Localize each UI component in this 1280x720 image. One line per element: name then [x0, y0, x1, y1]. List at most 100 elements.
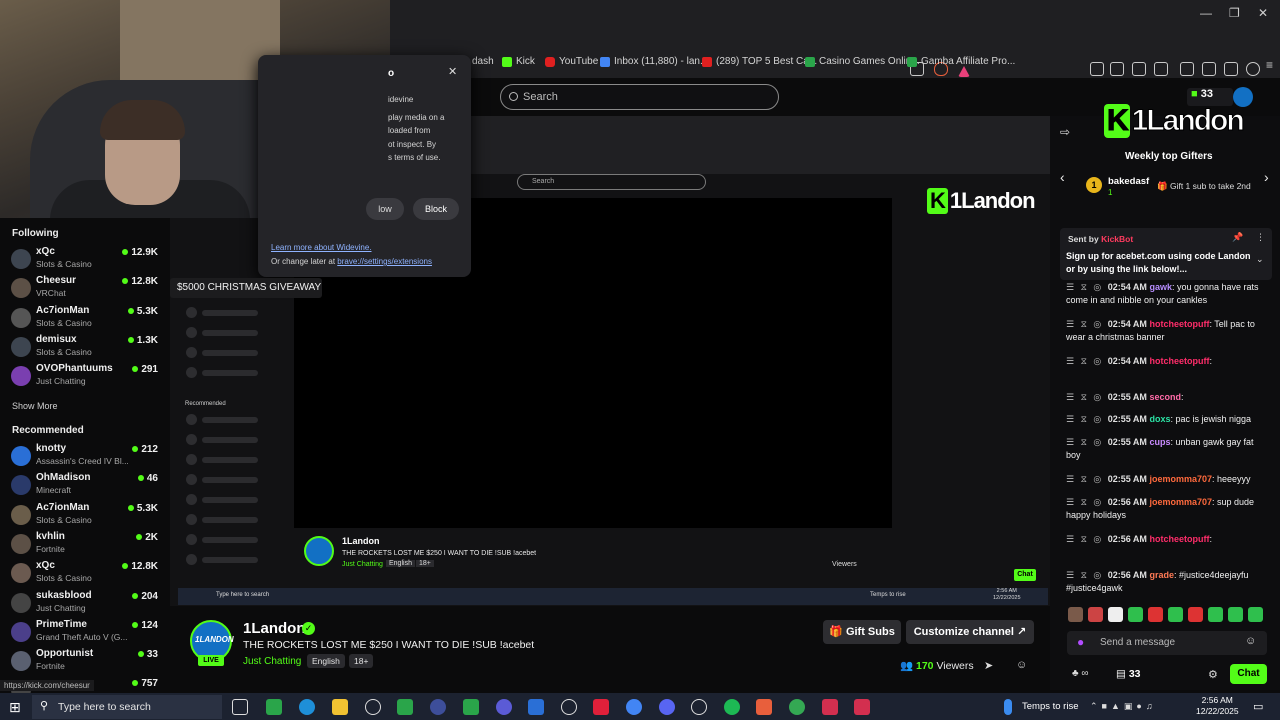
more-icon[interactable]: ⋮ — [1256, 232, 1265, 243]
block-button[interactable]: Block — [413, 198, 459, 220]
emote[interactable] — [1068, 607, 1083, 622]
mod-tools-icon: ☰ ⧖ ◎ — [1066, 437, 1108, 447]
chat-input[interactable]: ● Send a message ☺ — [1067, 631, 1267, 655]
learn-more-link[interactable]: Learn more about Widevine. — [271, 243, 372, 252]
emote[interactable] — [1168, 607, 1183, 622]
emote[interactable] — [1228, 607, 1243, 622]
customize-channel-button[interactable]: Customize channel ↗ — [906, 620, 1034, 644]
allow-button[interactable]: low — [366, 198, 404, 220]
bookmark-youtube[interactable]: YouTube — [545, 56, 598, 67]
settings-icon[interactable]: ⚙ — [1208, 668, 1218, 681]
emote[interactable] — [1208, 607, 1223, 622]
bookmark-dash[interactable]: dash — [472, 56, 494, 67]
emoji-icon[interactable]: ☺ — [1245, 635, 1256, 647]
prev-arrow-icon[interactable]: ‹ — [1060, 169, 1065, 185]
pin-icon[interactable]: 📌 — [1232, 232, 1243, 243]
gift-subs-button[interactable]: 🎁 Gift Subs — [823, 620, 901, 644]
sidebar-channel-item[interactable]: Ac7ionMan Slots & Casino 5.3K — [0, 304, 170, 333]
sidebar-channel-item[interactable]: OVOPhantuums Just Chatting 291 — [0, 362, 170, 391]
emote[interactable] — [1188, 607, 1203, 622]
tag-18plus[interactable]: 18+ — [349, 654, 374, 668]
sidebar-channel-item[interactable]: Cheesur VRChat 12.8K — [0, 274, 170, 303]
sidebar-channel-item[interactable]: xQc Slots & Casino 12.8K — [0, 559, 170, 588]
channel-name[interactable]: 1Landon — [243, 620, 306, 637]
xbox-icon[interactable] — [266, 699, 282, 715]
sidebar-channel-item[interactable]: kvhlin Fortnite 2K — [0, 530, 170, 559]
sidebar-channel-item[interactable]: knotty Assassin's Creed IV Bl... 212 — [0, 442, 170, 471]
edge-icon[interactable] — [299, 699, 315, 715]
app-icon[interactable] — [430, 699, 446, 715]
bookmark-inbox[interactable]: Inbox (11,880) - lan... — [600, 56, 708, 67]
points-icon[interactable]: ♣ ∞ — [1072, 668, 1088, 679]
discord-icon[interactable] — [659, 699, 675, 715]
chat-message: ☰ ⧖ ◎ 02:56 AM joemomma707: sup dude hap… — [1066, 497, 1255, 520]
popup-close-icon[interactable]: ✕ — [448, 65, 457, 78]
expand-icon[interactable]: ⌄ — [1256, 254, 1264, 265]
channel-logo: K 1Landon — [1104, 104, 1245, 138]
brave-icon[interactable] — [756, 699, 772, 715]
chrome-icon[interactable] — [626, 699, 642, 715]
app-icon[interactable] — [854, 699, 870, 715]
obs-icon[interactable] — [691, 699, 707, 715]
file-explorer-icon[interactable] — [332, 699, 348, 715]
channel-avatar — [11, 621, 31, 642]
sidebar-channel-item[interactable]: Ac7ionMan Slots & Casino 5.3K — [0, 501, 170, 530]
emote[interactable] — [1088, 607, 1103, 622]
chat-message: ☰ ⧖ ◎ 02:55 AM cups: unban gawk gay fat … — [1066, 437, 1254, 460]
minimize-button[interactable]: — — [1200, 6, 1212, 20]
share-icon[interactable]: ➤ — [984, 659, 993, 672]
user-avatar[interactable] — [1233, 87, 1253, 107]
task-view-icon[interactable] — [232, 699, 248, 715]
calculator-icon[interactable] — [528, 699, 544, 715]
bookmark-kick[interactable]: Kick — [502, 56, 535, 67]
weekly-gifters-title: Weekly top Gifters — [1125, 151, 1213, 162]
emote[interactable] — [1128, 607, 1143, 622]
emote[interactable] — [1148, 607, 1163, 622]
viewer-count: 204 — [132, 591, 158, 602]
app-icon[interactable] — [593, 699, 609, 715]
weather-widget[interactable]: Temps to rise — [1022, 701, 1079, 712]
channel-category: Slots & Casino — [36, 346, 92, 357]
settings-app-icon[interactable] — [365, 699, 381, 715]
chat-username: gawk — [1149, 282, 1172, 292]
sidebar-channel-item[interactable]: xQc Slots & Casino 12.9K — [0, 245, 170, 274]
notification-icon[interactable]: ▭ — [1253, 700, 1263, 713]
bookmark-gamba[interactable]: Gamba Affiliate Pro... — [907, 56, 1015, 67]
follow-icon[interactable]: ☺ — [1016, 659, 1027, 671]
windows-start-icon[interactable]: ⊞ — [9, 699, 21, 716]
app-icon[interactable] — [822, 699, 838, 715]
taskbar-clock[interactable]: 2:56 AM 12/22/2025 — [1196, 695, 1239, 717]
sidebar-channel-item[interactable]: Opportunist Fortnite 33 — [0, 647, 170, 676]
system-tray-icons[interactable]: ⌃■▲▣●♫ — [1090, 701, 1157, 712]
sidebar-channel-item[interactable]: OhMadison Minecraft 46 — [0, 471, 170, 500]
search-input[interactable]: Search — [500, 84, 779, 110]
bookmark-casino[interactable]: Casino Games Onlin... — [805, 56, 920, 67]
emote[interactable] — [1108, 607, 1123, 622]
nvidia-icon[interactable] — [463, 699, 479, 715]
sidebar-channel-item[interactable]: sukasblood Just Chatting 204 — [0, 589, 170, 618]
sidebar-channel-item[interactable]: demisux Slots & Casino 1.3K — [0, 333, 170, 362]
skeleton-avatar — [186, 347, 197, 358]
next-arrow-icon[interactable]: › — [1264, 169, 1269, 185]
settings-link[interactable]: brave://settings/extensions — [337, 257, 432, 266]
chrome-icon[interactable] — [789, 699, 805, 715]
gift-cta[interactable]: 🎁 Gift 1 sub to take 2nd — [1157, 181, 1251, 192]
bookmark-top5[interactable]: (289) TOP 5 Best Ca... — [702, 56, 817, 67]
app-icon[interactable] — [397, 699, 413, 715]
close-window-button[interactable]: ✕ — [1258, 6, 1268, 20]
send-chat-button[interactable]: Chat — [1230, 664, 1267, 684]
spotify-icon[interactable] — [724, 699, 740, 715]
gear-icon[interactable] — [561, 699, 577, 715]
channel-avatar — [11, 592, 31, 613]
emote[interactable] — [1248, 607, 1263, 622]
maximize-button[interactable]: ❐ — [1229, 6, 1240, 20]
show-more-link[interactable]: Show More — [12, 401, 58, 411]
taskbar-search[interactable]: ⚲ Type here to search — [32, 695, 222, 719]
stream-category-link[interactable]: Just Chatting — [243, 656, 301, 667]
tag-english[interactable]: English — [307, 654, 345, 668]
chat-message: ☰ ⧖ ◎ 02:56 AM grade: #justice4deejayfu … — [1066, 570, 1249, 593]
mic-icon[interactable]: ● — [1077, 635, 1084, 649]
collapse-chat-icon[interactable]: ⇨ — [1060, 125, 1070, 139]
sidebar-channel-item[interactable]: PrimeTime Grand Theft Auto V (G... 124 — [0, 618, 170, 647]
app-icon[interactable] — [496, 699, 512, 715]
